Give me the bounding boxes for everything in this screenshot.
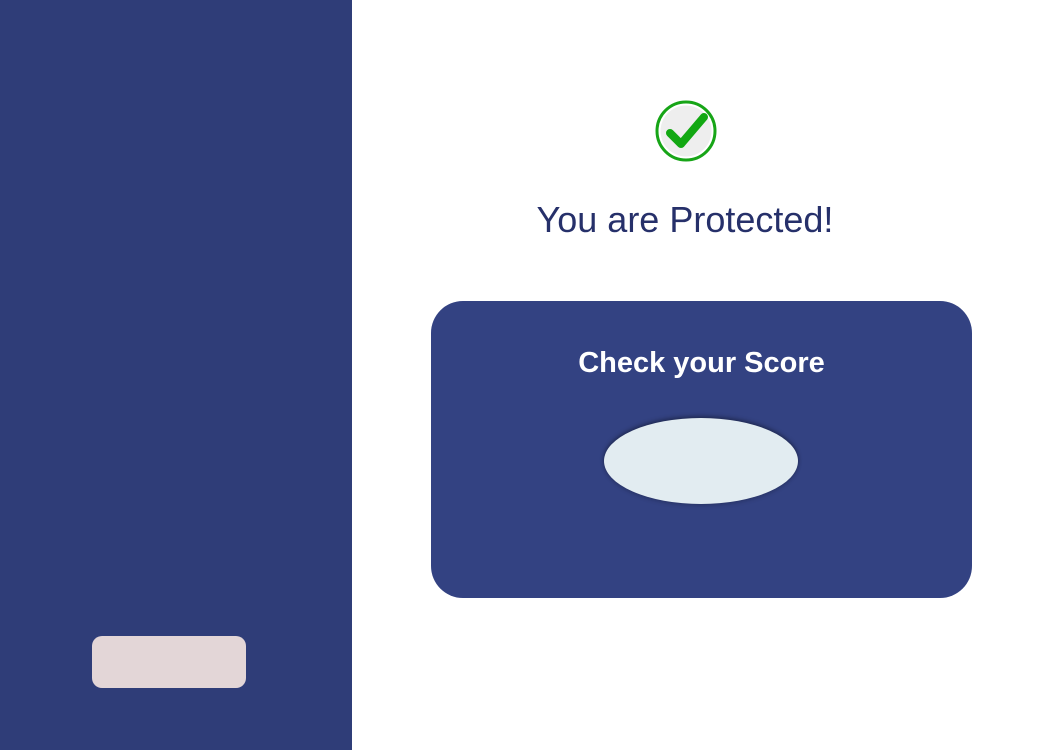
app-window: You are Protected! Check your Score [0, 0, 1056, 750]
sidebar-action-button[interactable] [92, 636, 246, 688]
score-card-title: Check your Score [578, 347, 825, 379]
main-content: You are Protected! Check your Score [352, 0, 1056, 750]
score-card: Check your Score [431, 301, 972, 598]
sidebar [0, 0, 352, 750]
check-circle-icon [655, 100, 717, 162]
check-score-button[interactable] [604, 418, 798, 504]
protected-status-title: You are Protected! [536, 199, 834, 240]
